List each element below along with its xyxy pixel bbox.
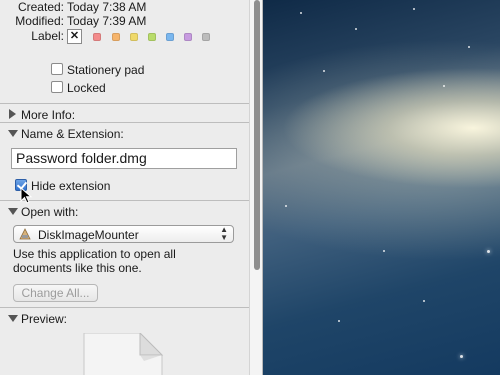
modified-value: Today 7:39 AM <box>67 14 147 28</box>
hide-extension-label: Hide extension <box>31 179 111 193</box>
star <box>468 46 470 48</box>
star <box>338 320 340 322</box>
stationery-pad-checkbox[interactable] <box>51 63 63 75</box>
star <box>460 355 463 358</box>
scrollbar-thumb[interactable] <box>254 0 260 270</box>
created-value: Today 7:38 AM <box>67 0 147 14</box>
info-panel: Created: Today 7:38 AM Modified: Today 7… <box>0 0 249 375</box>
label-label: Label: <box>31 29 64 43</box>
open-with-description-line2: documents like this one. <box>13 261 142 275</box>
star <box>300 12 302 14</box>
section-name-extension[interactable]: Name & Extension: <box>21 127 124 141</box>
star <box>413 8 415 10</box>
disk-image-mounter-icon <box>19 228 31 240</box>
divider <box>0 122 249 123</box>
change-all-button[interactable]: Change All... <box>13 284 98 302</box>
document-preview-icon <box>83 333 164 375</box>
label-yellow-swatch[interactable] <box>130 33 138 41</box>
star <box>383 250 385 252</box>
label-none-button[interactable]: ✕ <box>67 29 82 44</box>
divider <box>0 103 249 104</box>
star <box>443 85 445 87</box>
locked-checkbox[interactable] <box>51 81 63 93</box>
scrollbar[interactable] <box>249 0 263 375</box>
locked-label: Locked <box>67 81 106 95</box>
star <box>487 250 490 253</box>
created-label: Created: <box>17 0 64 14</box>
file-name-field[interactable]: Password folder.dmg <box>11 148 237 169</box>
label-red-swatch[interactable] <box>93 33 101 41</box>
section-open-with[interactable]: Open with: <box>21 205 78 219</box>
modified-label: Modified: <box>15 14 64 28</box>
divider <box>0 200 249 201</box>
star <box>323 70 325 72</box>
star <box>423 300 425 302</box>
open-with-app-name: DiskImageMounter <box>38 228 139 242</box>
desktop-wallpaper <box>263 0 500 375</box>
popup-arrows-icon: ▲ ▼ <box>220 225 228 242</box>
open-with-popup[interactable]: DiskImageMounter ▲ ▼ <box>13 225 234 243</box>
label-orange-swatch[interactable] <box>112 33 120 41</box>
disclosure-expanded-icon[interactable] <box>8 130 18 137</box>
star <box>355 28 357 30</box>
open-with-description-line1: Use this application to open all <box>13 247 176 261</box>
label-blue-swatch[interactable] <box>166 33 174 41</box>
label-purple-swatch[interactable] <box>184 33 192 41</box>
disclosure-expanded-icon[interactable] <box>8 315 18 322</box>
divider <box>0 307 249 308</box>
disclosure-collapsed-icon[interactable] <box>9 109 16 119</box>
mouse-pointer-icon <box>20 187 33 204</box>
star <box>285 205 287 207</box>
label-gray-swatch[interactable] <box>202 33 210 41</box>
disclosure-expanded-icon[interactable] <box>8 208 18 215</box>
label-green-swatch[interactable] <box>148 33 156 41</box>
stationery-pad-label: Stationery pad <box>67 63 145 77</box>
section-more-info[interactable]: More Info: <box>21 108 75 122</box>
section-preview[interactable]: Preview: <box>21 312 67 326</box>
